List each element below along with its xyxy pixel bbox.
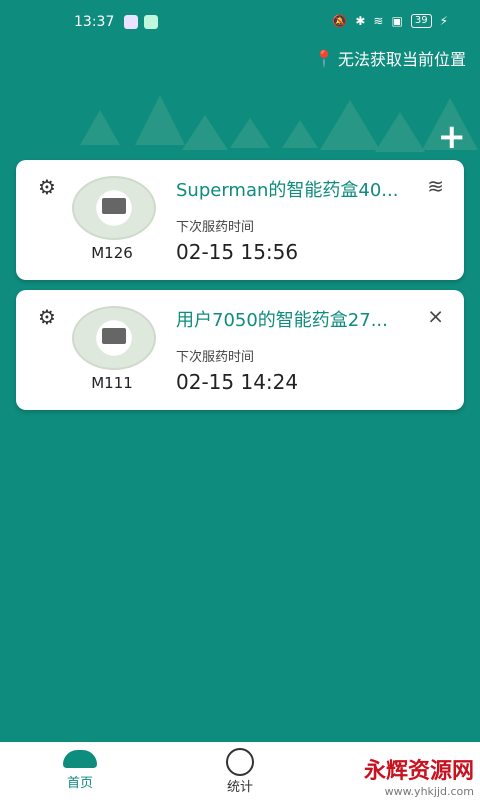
silent-icon: 🔕 xyxy=(332,14,348,28)
watermark-url: www.yhkjjd.com xyxy=(384,785,474,798)
message-app-icon xyxy=(144,15,158,29)
home-icon xyxy=(63,750,97,768)
next-dose-label: 下次服药时间 xyxy=(176,220,255,235)
location-status[interactable]: 📍 无法获取当前位置 xyxy=(314,46,466,70)
sim-icon: ▣ xyxy=(391,14,403,28)
tree-decoration xyxy=(80,95,478,152)
gear-icon[interactable]: ⚙ xyxy=(38,305,56,329)
pillbox-image xyxy=(72,176,156,240)
nav-home-label: 首页 xyxy=(66,776,93,791)
watermark-brand: 永辉资源网 xyxy=(363,759,474,784)
status-time: 13:37 xyxy=(74,14,115,30)
bluetooth-icon: ✱ xyxy=(355,14,366,28)
location-pin-icon: 📍 xyxy=(314,48,334,68)
wifi-icon: ≋ xyxy=(373,14,384,28)
device-model: M126 xyxy=(91,244,133,262)
notification-app-icon xyxy=(124,15,138,29)
nav-stats-label: 统计 xyxy=(226,780,253,795)
nav-home[interactable]: 首页 xyxy=(20,742,140,800)
nav-stats[interactable]: 统计 xyxy=(180,742,300,800)
pillbox-image xyxy=(72,306,156,370)
add-device-button[interactable]: + xyxy=(438,120,467,154)
next-dose-label: 下次服药时间 xyxy=(176,350,255,365)
watermark: 永辉资源网 www.yhkjjd.com xyxy=(364,753,474,798)
status-app-icons xyxy=(124,15,158,29)
bluetooth-off-icon: ⨯ xyxy=(427,304,444,328)
next-dose-time: 02-15 15:56 xyxy=(176,240,299,264)
device-card[interactable]: ⚙ M126 Superman的智能药盒40... ≋ 下次服药时间 02-15… xyxy=(16,160,464,280)
device-model: M111 xyxy=(91,374,133,392)
charging-icon: ⚡ xyxy=(439,14,448,28)
device-name: Superman的智能药盒40... xyxy=(176,180,399,201)
status-indicators: 🔕 ✱ ≋ ▣ 39 ⚡ xyxy=(332,14,448,28)
wifi-icon: ≋ xyxy=(427,174,444,198)
device-name: 用户7050的智能药盒27... xyxy=(176,310,388,331)
next-dose-time: 02-15 14:24 xyxy=(176,370,299,394)
battery-icon: 39 xyxy=(410,14,432,28)
device-card[interactable]: ⚙ M111 用户7050的智能药盒27... ⨯ 下次服药时间 02-15 1… xyxy=(16,290,464,410)
location-text: 无法获取当前位置 xyxy=(337,50,466,69)
stats-icon xyxy=(226,748,254,776)
status-bar: 13:37 🔕 ✱ ≋ ▣ 39 ⚡ xyxy=(0,0,480,44)
gear-icon[interactable]: ⚙ xyxy=(38,175,56,199)
